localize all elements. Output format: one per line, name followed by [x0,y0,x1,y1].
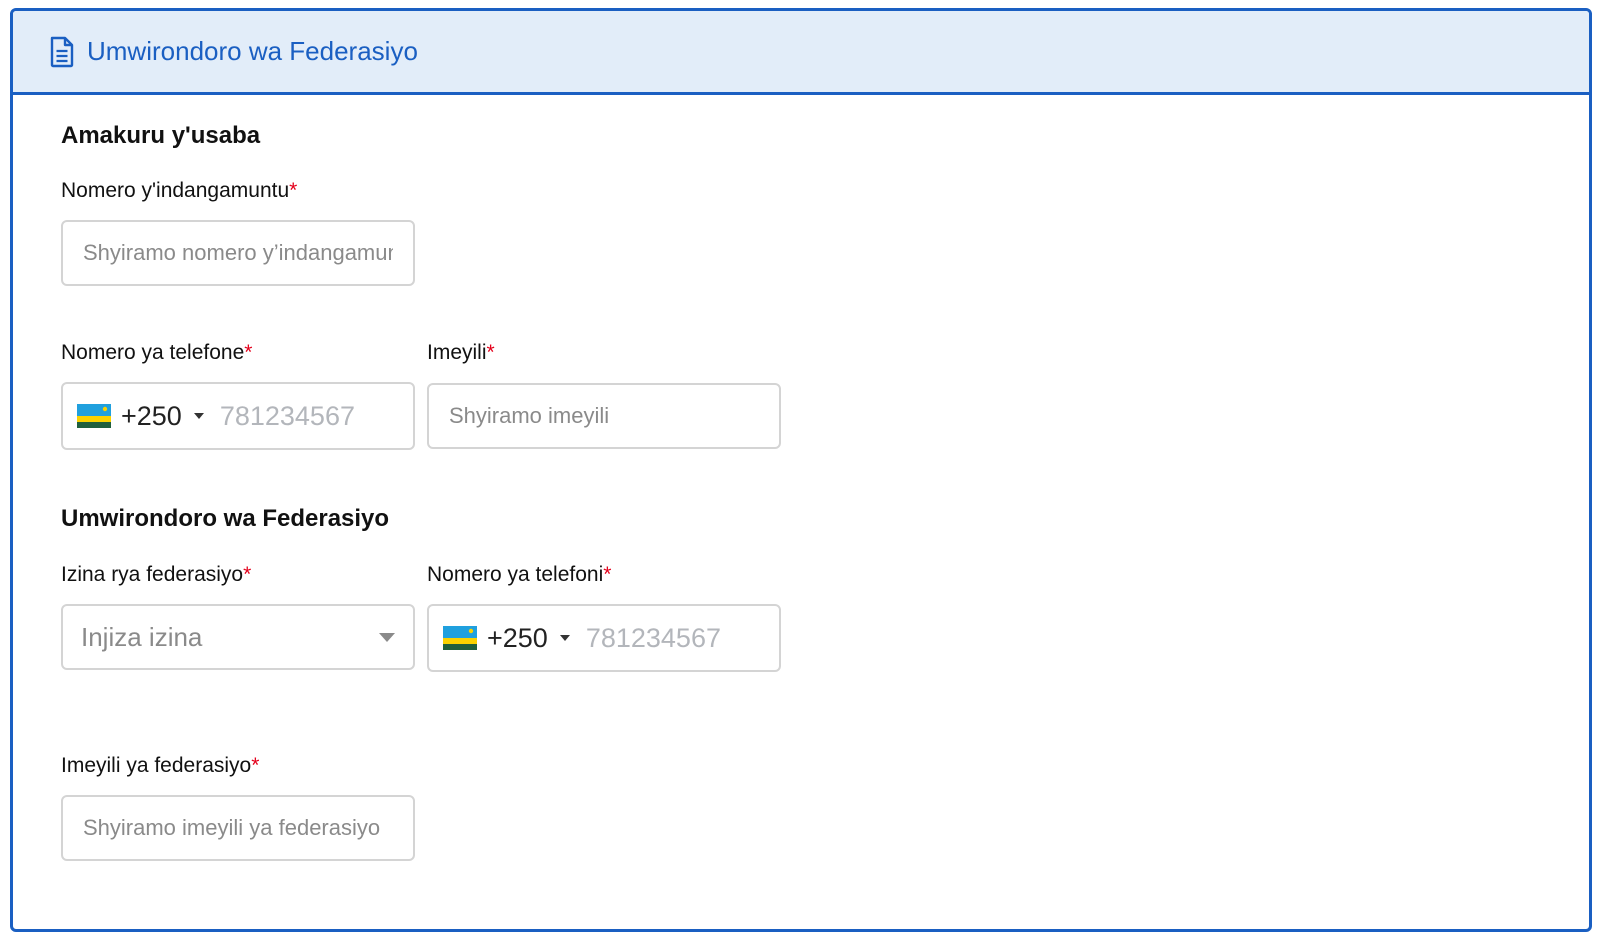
page-title: Umwirondoro wa Federasiyo [87,36,418,66]
dial-code[interactable]: +250 [121,401,182,432]
id-number-input[interactable] [61,220,415,286]
required-asterisk: * [243,563,252,586]
chevron-down-icon[interactable] [193,413,204,419]
select-placeholder: Injiza izina [81,621,203,652]
federation-section-title: Umwirondoro wa Federasiyo [61,505,390,532]
applicant-section-title: Amakuru y'usaba [61,122,261,149]
federation-phone-field[interactable]: +250 [427,604,781,672]
dial-code[interactable]: +250 [487,623,548,654]
phone-label: Nomero ya telefone* [61,341,252,365]
phone-input[interactable] [219,400,370,432]
federation-name-select[interactable]: Injiza izina [61,604,415,670]
phone-label-text: Nomero ya telefone [61,341,245,364]
federation-email-label: Imeyili ya federasiyo* [61,754,259,778]
email-label: Imeyili* [427,341,495,365]
document-icon [49,36,77,68]
required-asterisk: * [486,341,495,364]
federation-phone-label-text: Nomero ya telefoni [427,563,604,586]
applicant-phone-field[interactable]: +250 [61,382,415,450]
email-label-text: Imeyili [427,341,487,364]
required-asterisk: * [603,563,612,586]
required-asterisk: * [251,754,260,777]
federation-name-label: Izina rya federasiyo* [61,563,251,587]
federation-email-input[interactable] [61,795,415,861]
rwanda-flag-icon[interactable] [77,404,111,428]
federation-phone-input[interactable] [585,622,736,654]
federation-email-label-text: Imeyili ya federasiyo [61,754,252,777]
rwanda-flag-icon[interactable] [443,626,477,650]
card-header: Umwirondoro wa Federasiyo [13,11,1589,95]
email-input[interactable] [427,383,781,449]
id-number-label-text: Nomero y'indangamuntu [61,179,290,202]
federation-name-label-text: Izina rya federasiyo [61,563,244,586]
chevron-down-icon[interactable] [559,635,570,641]
required-asterisk: * [244,341,253,364]
required-asterisk: * [289,179,298,202]
chevron-down-icon[interactable] [379,632,395,642]
federation-phone-label: Nomero ya telefoni* [427,563,611,587]
id-number-label: Nomero y'indangamuntu* [61,179,297,203]
federation-profile-card: Umwirondoro wa Federasiyo Amakuru y'usab… [10,8,1592,932]
